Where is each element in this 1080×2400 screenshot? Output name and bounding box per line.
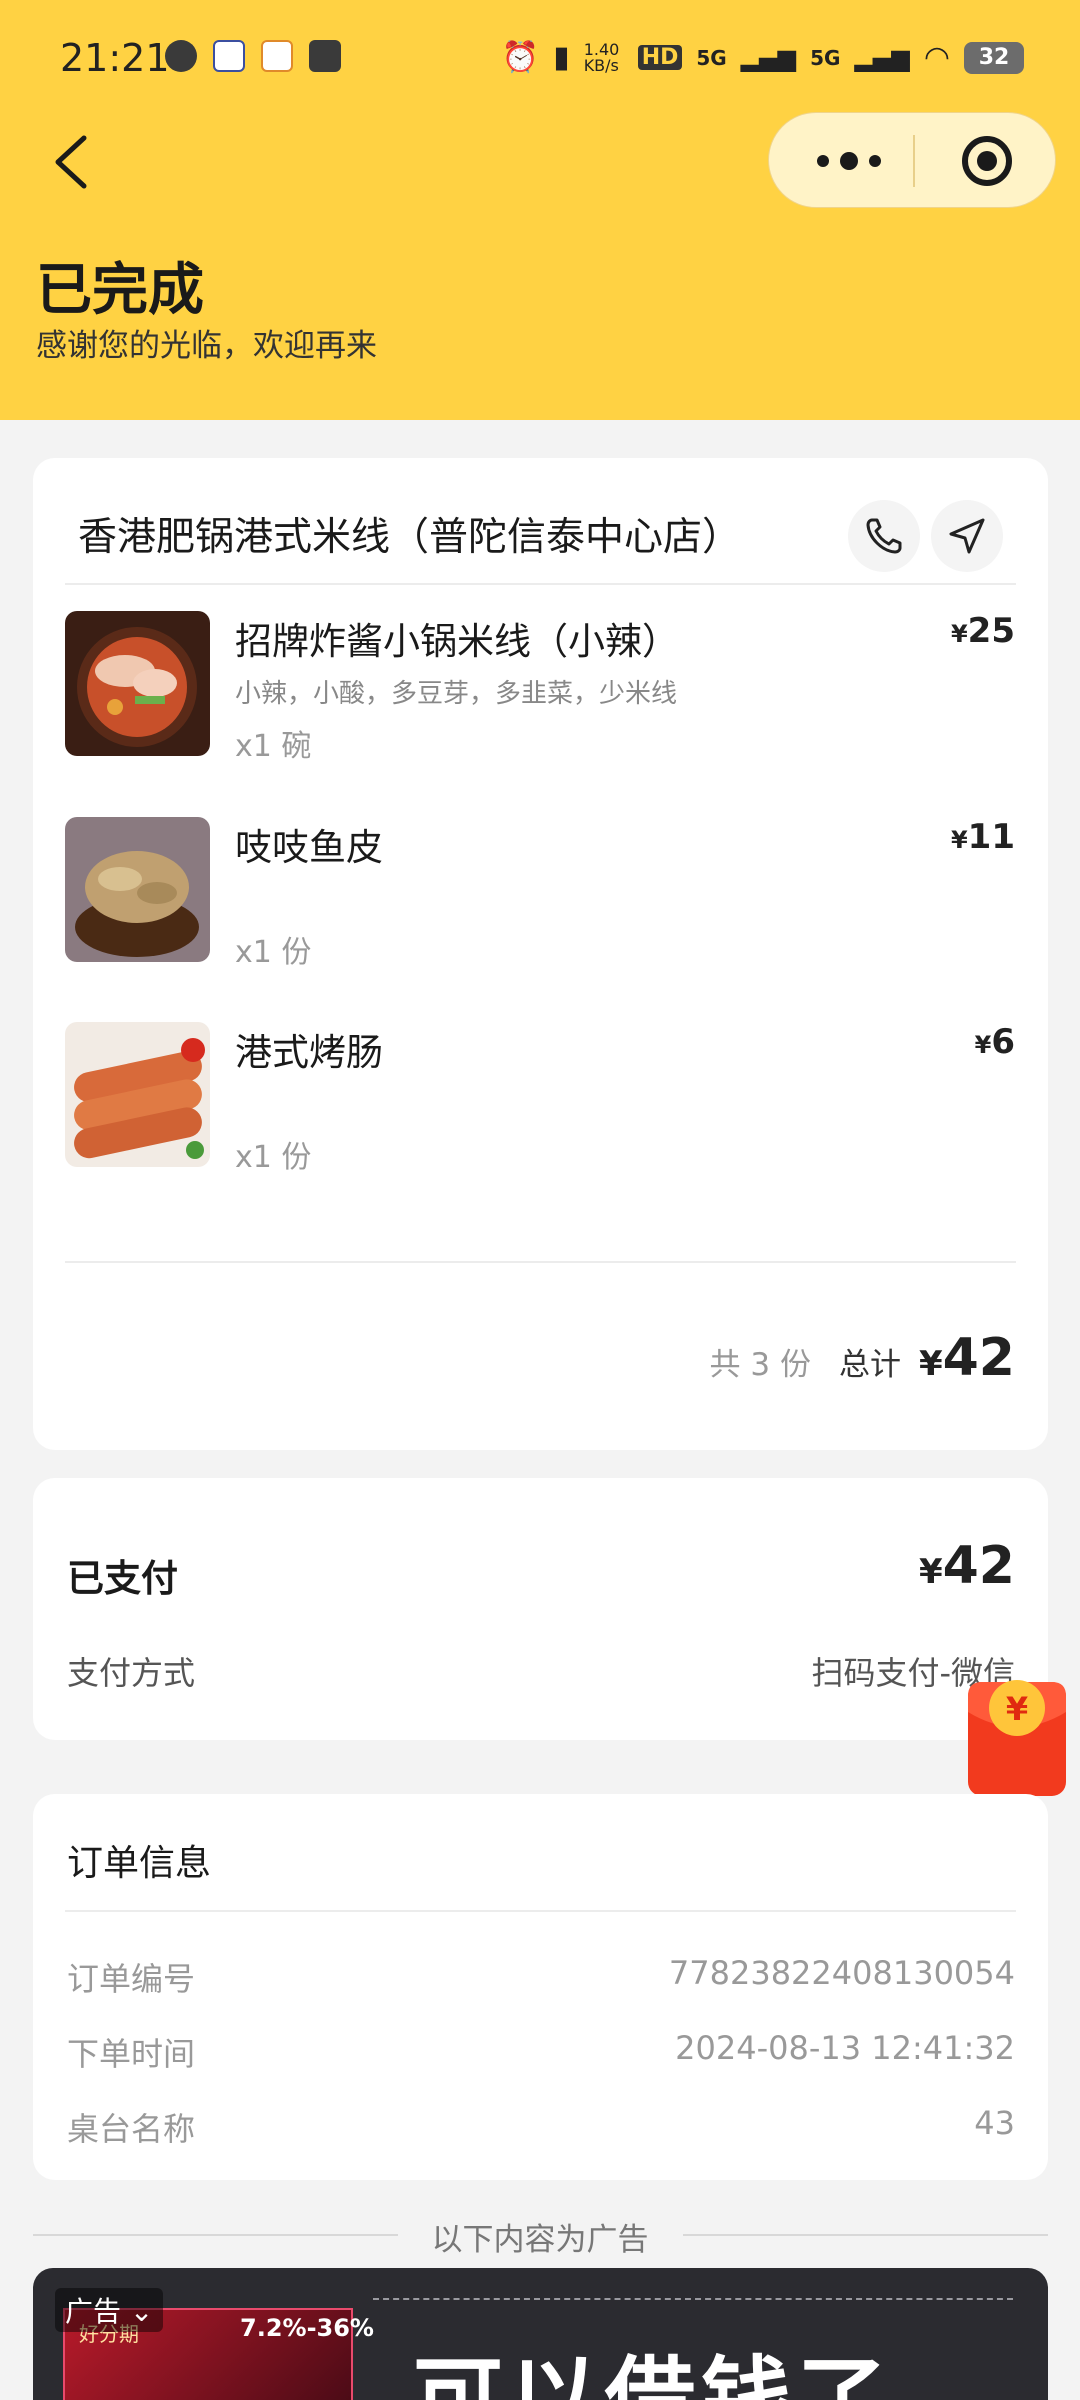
signal-bars-1: ▂▄▆ xyxy=(740,43,797,72)
mail-icon xyxy=(309,40,341,72)
status-bar: 21:21 ⏰ ▮ 1.40 KB/s HD 5G ▂▄▆ 5G ▂▄▆ ◠ 3… xyxy=(0,0,1080,120)
chevron-down-icon: ⌄ xyxy=(129,2295,154,2328)
signal-1: 5G xyxy=(696,45,727,70)
order-item: 港式烤肠 x1 份 ¥6 xyxy=(65,1022,1015,1182)
navigate-button[interactable] xyxy=(931,500,1003,572)
app-icon-2 xyxy=(261,40,293,72)
svg-text:¥: ¥ xyxy=(1006,1690,1028,1728)
items-divider xyxy=(65,1261,1016,1263)
item-count: 共 3 份 xyxy=(709,1347,811,1383)
order-time-value: 2024-08-13 12:41:32 xyxy=(675,2029,1015,2067)
table-name-value: 43 xyxy=(974,2104,1015,2142)
status-right: ⏰ ▮ 1.40 KB/s HD 5G ▂▄▆ 5G ▂▄▆ ◠ 32 xyxy=(502,40,1024,75)
item-image xyxy=(65,817,210,962)
call-button[interactable] xyxy=(848,500,920,572)
page-subtitle: 感谢您的光临，欢迎再来 xyxy=(36,328,377,364)
item-price: ¥11 xyxy=(950,817,1015,857)
page-title: 已完成 xyxy=(36,258,204,323)
table-name-row: 桌台名称 43 xyxy=(67,2104,1015,2148)
vibrate-icon: ▮ xyxy=(553,40,570,75)
ad-divider-right xyxy=(683,2234,1048,2236)
item-name: 吱吱鱼皮 xyxy=(235,826,383,869)
alarm-icon: ⏰ xyxy=(501,40,540,75)
order-info-divider xyxy=(65,1910,1016,1912)
item-name: 港式烤肠 xyxy=(235,1031,383,1074)
header-bar: 21:21 ⏰ ▮ 1.40 KB/s HD 5G ▂▄▆ 5G ▂▄▆ ◠ 3… xyxy=(0,0,1080,420)
item-name: 招牌炸酱小锅米线（小辣） xyxy=(235,620,679,663)
red-packet-button[interactable]: ¥ xyxy=(966,1672,1068,1798)
status-time: 21:21 xyxy=(60,36,170,80)
navigation-arrow-icon xyxy=(949,518,985,554)
ad-tag[interactable]: 广告 ⌄ xyxy=(55,2288,164,2332)
total-label: 总计 xyxy=(838,1347,901,1383)
red-packet-icon: ¥ xyxy=(968,1680,1066,1796)
payment-card: 已支付 ¥42 支付方式 扫码支付-微信 xyxy=(33,1478,1048,1740)
order-item: 招牌炸酱小锅米线（小辣） 小辣，小酸，多豆芽，多韭菜，少米线 x1 碗 ¥25 xyxy=(65,611,1015,771)
notification-icons xyxy=(165,40,341,72)
total-amount: ¥42 xyxy=(918,1328,1015,1388)
signal-2: 5G xyxy=(810,45,841,70)
order-time-row: 下单时间 2024-08-13 12:41:32 xyxy=(67,2029,1015,2073)
signal-bars-2: ▂▄▆ xyxy=(854,43,910,72)
order-number-row: 订单编号 77823822408130054 xyxy=(67,1954,1015,1998)
order-number-label: 订单编号 xyxy=(67,1960,196,1998)
app-icon-1 xyxy=(213,40,245,72)
order-time-label: 下单时间 xyxy=(67,2035,196,2073)
paid-label: 已支付 xyxy=(67,1557,178,1600)
wechat-icon xyxy=(165,40,197,72)
paid-amount: ¥42 xyxy=(918,1536,1015,1596)
mini-program-capsule xyxy=(768,112,1056,208)
hd-icon: HD xyxy=(637,45,683,70)
close-mini-program-button[interactable] xyxy=(959,133,1015,189)
wifi-icon: ◠ xyxy=(923,40,950,75)
capsule-divider xyxy=(913,135,915,187)
network-speed: 1.40 KB/s xyxy=(583,39,620,75)
shop-name[interactable]: 香港肥锅港式米线（普陀信泰中心店） xyxy=(78,506,741,562)
item-image xyxy=(65,611,210,756)
order-items-card: 香港肥锅港式米线（普陀信泰中心店） 招牌炸酱小锅米线（小辣） 小辣，小酸，多豆芽… xyxy=(33,458,1048,1450)
ad-divider-text: 以下内容为广告 xyxy=(431,2222,649,2258)
order-summary: 共 3 份 总计 ¥42 xyxy=(710,1328,1015,1388)
pay-method-label: 支付方式 xyxy=(67,1654,196,1692)
order-info-card: 订单信息 订单编号 77823822408130054 下单时间 2024-08… xyxy=(33,1794,1048,2180)
item-qty: x1 份 xyxy=(235,935,312,970)
item-image xyxy=(65,1022,210,1167)
more-button[interactable] xyxy=(809,141,889,181)
order-number-value[interactable]: 77823822408130054 xyxy=(669,1954,1015,1992)
back-button[interactable] xyxy=(48,132,96,192)
order-info-title: 订单信息 xyxy=(67,1843,212,1884)
item-qty: x1 碗 xyxy=(235,729,312,764)
item-spec: 小辣，小酸，多豆芽，多韭菜，少米线 xyxy=(235,679,678,709)
table-name-label: 桌台名称 xyxy=(67,2110,196,2148)
chevron-left-icon xyxy=(55,135,87,189)
ad-headline: 可以借钱了 xyxy=(413,2347,893,2400)
item-price: ¥6 xyxy=(974,1022,1015,1062)
ad-banner[interactable]: 好分期 7.2%-36% 广告 ⌄ 可以借钱了 xyxy=(33,2268,1048,2400)
ad-audio-wave xyxy=(373,2298,1013,2310)
item-price: ¥25 xyxy=(950,611,1015,651)
battery-icon: 32 xyxy=(964,41,1024,74)
more-dots-icon xyxy=(817,152,881,170)
target-icon xyxy=(962,136,1012,186)
item-qty: x1 份 xyxy=(235,1140,312,1175)
phone-icon xyxy=(866,518,902,554)
ad-thumb-rate: 7.2%-36% xyxy=(240,2314,374,2342)
shop-divider xyxy=(65,583,1016,585)
order-item: 吱吱鱼皮 x1 份 ¥11 xyxy=(65,817,1015,977)
